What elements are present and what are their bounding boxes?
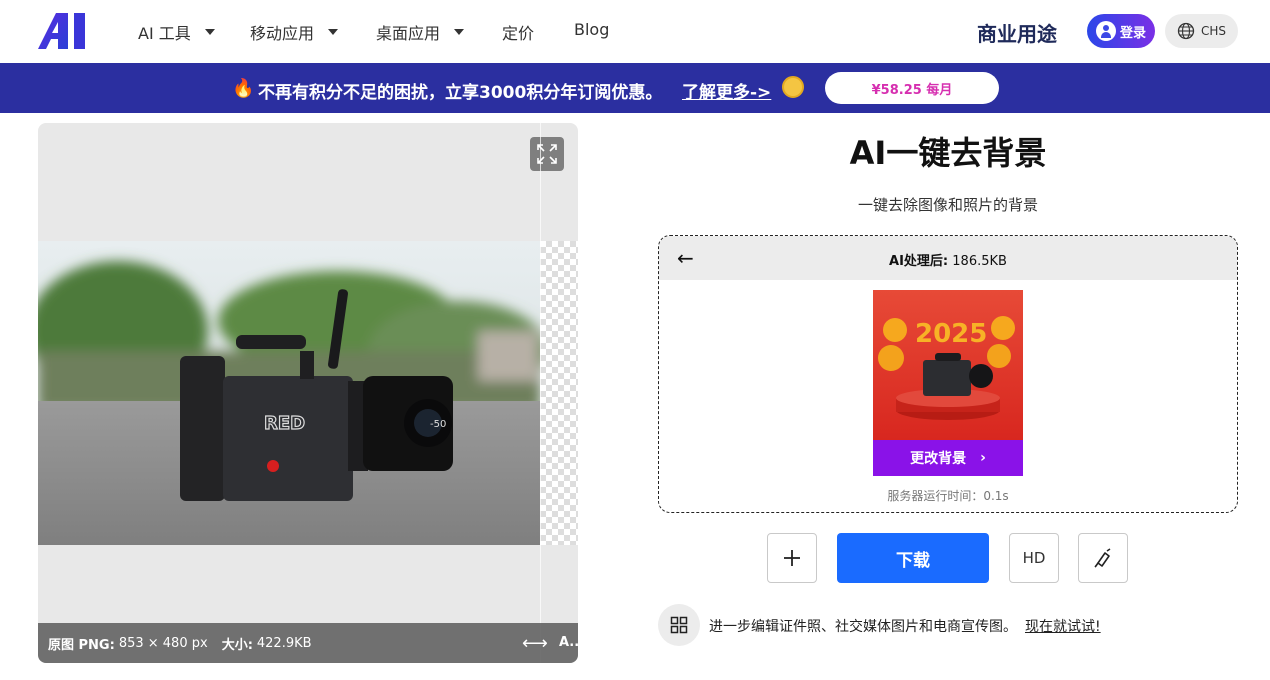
image-preview-panel: RED -50 原图 PNG: 853 × 480 px 大小: 422.9KB…	[38, 123, 578, 663]
nav-mobile-apps-label: 移动应用	[250, 24, 315, 43]
chevron-down-icon	[204, 29, 215, 35]
top-nav: AI 工具 移动应用 桌面应用 定价 Blog 商业用途 登录 CHS	[0, 0, 1270, 63]
size-label: 大小:	[221, 637, 253, 653]
svg-text:-50: -50	[430, 419, 446, 430]
user-icon	[1095, 21, 1116, 41]
fullscreen-button[interactable]	[530, 137, 564, 171]
thumbnail-art: 2025	[878, 316, 1015, 420]
editor-icon-wrap[interactable]	[658, 604, 700, 646]
change-background-label: 更改背景	[910, 451, 967, 467]
original-photo: RED -50	[38, 241, 540, 545]
login-label: 登录	[1119, 25, 1146, 41]
format-label: 原图 PNG:	[48, 637, 115, 653]
chevron-right-icon: ›	[980, 450, 986, 466]
image-dimensions: 853 × 480 px	[118, 635, 208, 651]
transparent-area	[540, 241, 578, 545]
nav-blog-label: Blog	[574, 20, 610, 39]
grid-icon	[670, 616, 688, 634]
globe-icon	[1177, 22, 1195, 40]
ai-logo[interactable]	[38, 13, 94, 49]
language-label: CHS	[1200, 24, 1227, 38]
nav-ai-tools-label: AI 工具	[138, 24, 191, 43]
thumbnail-year: 2025	[915, 319, 987, 349]
result-info: AI处理后: 186.5KB	[659, 250, 1237, 269]
promo-text: 不再有积分不足的困扰，立享3000积分年订阅优惠。	[258, 83, 663, 103]
add-image-button[interactable]	[767, 533, 817, 583]
hd-button[interactable]: HD	[1009, 533, 1059, 583]
language-button[interactable]: CHS	[1165, 14, 1238, 48]
image-info-bar: 原图 PNG: 853 × 480 px 大小: 422.9KB	[38, 623, 578, 663]
business-use-link[interactable]: 商业用途	[977, 18, 1057, 47]
promo-banner: 🔥 不再有积分不足的困扰，立享3000积分年订阅优惠。 了解更多-> ¥58.2…	[0, 63, 1270, 113]
nav-desktop-apps[interactable]: 桌面应用	[376, 20, 465, 44]
erase-brush-button[interactable]	[1078, 533, 1128, 583]
fire-icon: 🔥	[232, 78, 255, 99]
login-button[interactable]: 登录	[1087, 14, 1155, 48]
nav-blog[interactable]: Blog	[574, 20, 609, 39]
coin-icon	[782, 76, 804, 98]
after-label: A..	[559, 635, 578, 650]
page-subtitle: 一键去除图像和照片的背景	[857, 196, 1038, 214]
result-label: AI处理后:	[889, 254, 949, 269]
try-now-link[interactable]: 现在就试试!	[1025, 616, 1101, 636]
chevron-down-icon	[328, 29, 339, 35]
compare-divider[interactable]	[540, 123, 541, 663]
plus-icon	[784, 550, 800, 566]
result-size: 186.5KB	[952, 254, 1007, 269]
result-card: ← AI处理后: 186.5KB 2025 更改背景 › 服务器运行时间：0.1…	[658, 235, 1238, 513]
download-button[interactable]: 下载	[837, 533, 989, 583]
hd-label: HD	[1022, 549, 1046, 567]
result-thumbnail[interactable]: 2025	[873, 290, 1023, 440]
server-time: 服务器运行时间：0.1s	[887, 489, 1009, 503]
nav-pricing[interactable]: 定价	[502, 20, 534, 44]
edit-promo-text: 进一步编辑证件照、社交媒体图片和电商宣传图。	[709, 619, 1017, 635]
change-background-button[interactable]: 更改背景 ›	[873, 440, 1023, 476]
chevron-down-icon	[454, 29, 465, 35]
nav-ai-tools[interactable]: AI 工具	[138, 20, 215, 44]
svg-text:RED: RED	[264, 413, 305, 434]
image-size: 422.9KB	[256, 635, 312, 651]
nav-mobile-apps[interactable]: 移动应用	[250, 20, 339, 44]
result-header: ← AI处理后: 186.5KB	[659, 236, 1237, 280]
nav-pricing-label: 定价	[502, 24, 535, 43]
nav-desktop-apps-label: 桌面应用	[376, 24, 441, 43]
eraser-icon	[1094, 548, 1111, 568]
learn-more-link[interactable]: 了解更多->	[682, 78, 771, 103]
compare-arrows-icon[interactable]: ⟷	[522, 633, 558, 654]
price-button[interactable]: ¥58.25 每月	[825, 72, 999, 104]
page-title: AI一键去背景	[849, 134, 1047, 172]
